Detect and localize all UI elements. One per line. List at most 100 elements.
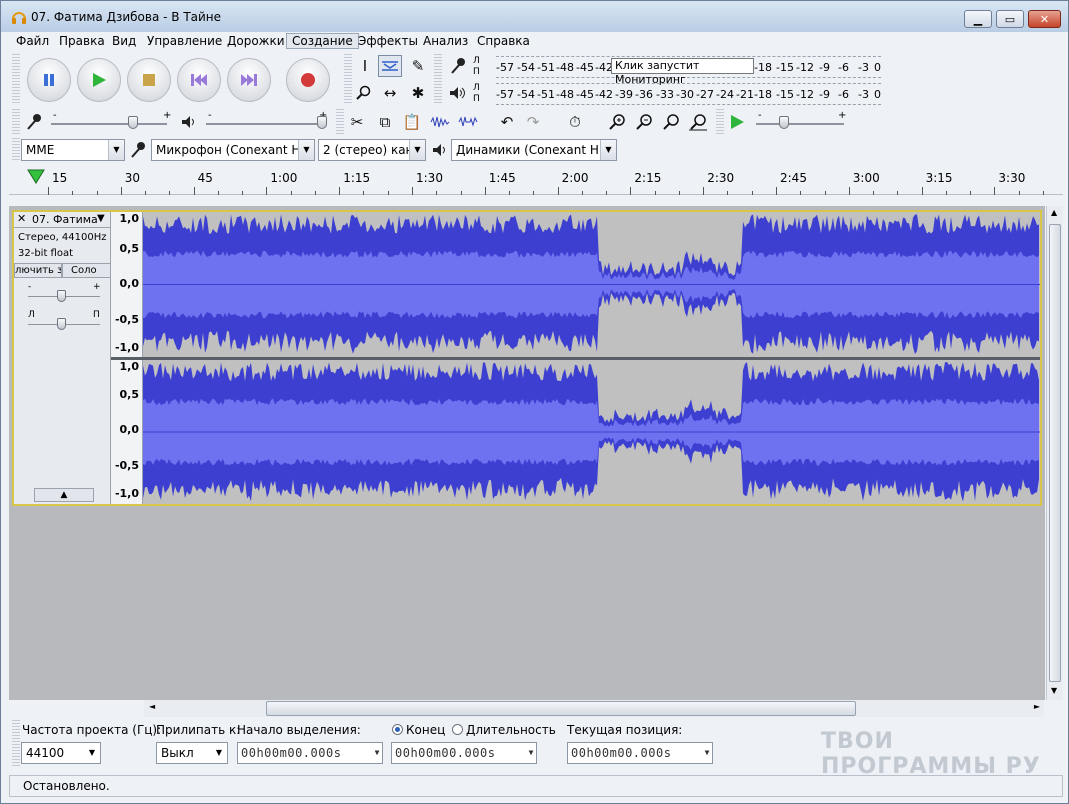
track-close-icon[interactable]: ✕ xyxy=(17,212,26,225)
track-area[interactable]: ✕ 07. Фатима ▼ Стерео, 44100Hz 32-bit fl… xyxy=(9,206,1045,700)
menu-analyze[interactable]: Анализ xyxy=(418,33,473,49)
skip-start-button[interactable] xyxy=(177,58,221,102)
selection-grip[interactable] xyxy=(12,720,20,768)
current-position-time[interactable]: 00h00m00.000s ▼ xyxy=(567,742,713,764)
channels-select[interactable]: 2 (стерео) кана. ▼ xyxy=(318,139,426,161)
horizontal-scroll-thumb[interactable] xyxy=(266,701,856,716)
waveform-right-svg[interactable] xyxy=(143,360,1040,504)
length-radio-icon[interactable] xyxy=(452,724,463,735)
selection-end-time[interactable]: 00h00m00.000s ▼ xyxy=(391,742,537,764)
stop-button[interactable] xyxy=(127,58,171,102)
sync-lock-icon[interactable]: ⏱ xyxy=(563,111,587,133)
audio-host-select[interactable]: MME ▼ xyxy=(21,139,125,161)
vertical-scroll-thumb[interactable] xyxy=(1049,224,1061,682)
play-button[interactable] xyxy=(77,58,121,102)
timeshift-tool-icon[interactable]: ↔ xyxy=(378,82,402,104)
zoom-in-icon[interactable] xyxy=(605,111,629,133)
output-device-select[interactable]: Динамики (Conexant High ▼ xyxy=(451,139,617,161)
input-device-select[interactable]: Микрофон (Conexant High ▼ xyxy=(151,139,315,161)
trim-icon[interactable] xyxy=(428,111,452,133)
chevron-down-icon[interactable]: ▼ xyxy=(529,743,534,763)
menu-tracks[interactable]: Дорожки xyxy=(222,33,290,49)
playback-meter[interactable]: Л П -57 -54 -51 -48 -45 -42 -39 -36 -33 … xyxy=(471,83,881,105)
project-rate-select[interactable]: 44100 ▼ xyxy=(21,742,101,764)
chevron-down-icon: ▼ xyxy=(108,140,124,160)
fit-project-icon[interactable] xyxy=(686,111,710,133)
selection-start-time[interactable]: 00h00m00.000s ▼ xyxy=(237,742,383,764)
menu-file[interactable]: Файл xyxy=(11,33,54,49)
menu-effects[interactable]: Эффекты xyxy=(353,33,423,49)
track-name-bar[interactable]: ✕ 07. Фатима ▼ xyxy=(14,212,111,228)
length-radio[interactable]: Длительность xyxy=(452,723,556,737)
audio-track[interactable]: ✕ 07. Фатима ▼ Стерео, 44100Hz 32-bit fl… xyxy=(12,210,1042,506)
record-button[interactable] xyxy=(286,58,330,102)
menu-control[interactable]: Управление xyxy=(142,33,227,49)
maximize-button[interactable]: ▭ xyxy=(996,10,1024,28)
cut-icon[interactable]: ✂ xyxy=(345,111,369,133)
snap-select[interactable]: Выкл ▼ xyxy=(156,742,228,764)
scroll-left-icon[interactable]: ◄ xyxy=(149,702,155,711)
multi-tool-icon[interactable]: ✱ xyxy=(406,82,430,104)
meter-grip[interactable] xyxy=(434,54,442,104)
end-radio-icon[interactable] xyxy=(392,724,403,735)
menu-generate[interactable]: Создание xyxy=(286,33,359,49)
zoom-tool-icon[interactable] xyxy=(351,82,375,104)
scroll-up-icon[interactable]: ▲ xyxy=(1051,208,1057,217)
envelope-tool-icon[interactable] xyxy=(378,55,402,77)
input-volume-slider[interactable] xyxy=(51,123,167,125)
edit-grip[interactable] xyxy=(336,109,344,135)
track-name[interactable]: 07. Фатима xyxy=(32,213,98,226)
scroll-down-icon[interactable]: ▼ xyxy=(1051,686,1057,695)
chevron-down-icon: ▼ xyxy=(600,140,616,160)
paste-icon[interactable]: 📋 xyxy=(400,111,424,133)
ruler-tick xyxy=(606,191,608,195)
close-button[interactable]: ✕ xyxy=(1028,10,1061,28)
mixer-grip[interactable] xyxy=(12,109,20,135)
timeline-ruler[interactable]: 15 30 45 1:00 1:15 1:30 1:45 2:00 2:15 2:30 2:45 3:… xyxy=(9,165,1063,195)
selection-tool-icon[interactable]: I xyxy=(353,55,377,77)
track-control-panel[interactable]: ✕ 07. Фатима ▼ Стерео, 44100Hz 32-bit fl… xyxy=(14,212,111,504)
undo-icon[interactable]: ↶ xyxy=(495,111,519,133)
output-volume-thumb[interactable] xyxy=(317,116,327,129)
menu-help[interactable]: Справка xyxy=(472,33,535,49)
chevron-down-icon[interactable]: ▼ xyxy=(705,743,710,763)
waveform-left-svg[interactable] xyxy=(143,212,1040,357)
scroll-right-icon[interactable]: ► xyxy=(1034,702,1040,711)
play-at-speed-icon[interactable] xyxy=(725,111,749,133)
current-position-value: 00h00m00.000s xyxy=(571,746,672,760)
speaker-meter-icon[interactable] xyxy=(446,82,470,104)
mute-button[interactable]: лючить звук xyxy=(14,263,62,278)
chevron-down-icon: ▼ xyxy=(88,748,96,757)
speed-slider[interactable] xyxy=(756,123,844,125)
copy-icon[interactable]: ⧉ xyxy=(373,111,397,133)
ruler-tick xyxy=(96,191,98,195)
output-volume-slider[interactable] xyxy=(206,123,324,125)
input-volume-thumb[interactable] xyxy=(128,116,138,129)
minimize-button[interactable]: ▁ xyxy=(964,10,992,28)
silence-icon[interactable] xyxy=(456,111,480,133)
zoom-out-icon[interactable] xyxy=(632,111,656,133)
waveform-left-channel[interactable] xyxy=(143,212,1040,357)
pan-thumb[interactable] xyxy=(57,318,66,330)
mic-meter-icon[interactable] xyxy=(446,55,470,77)
collapse-track-button[interactable]: ▲ xyxy=(34,488,94,502)
vertical-scrollbar[interactable]: ▲ ▼ xyxy=(1046,206,1063,700)
fit-selection-icon[interactable] xyxy=(659,111,683,133)
solo-button[interactable]: Соло xyxy=(62,263,111,278)
gain-thumb[interactable] xyxy=(57,290,66,302)
pause-button[interactable] xyxy=(27,58,71,102)
skip-end-button[interactable] xyxy=(227,58,271,102)
device-grip[interactable] xyxy=(12,138,20,162)
waveform-right-channel[interactable] xyxy=(143,360,1040,504)
speed-grip[interactable] xyxy=(716,109,724,135)
end-radio[interactable]: Конец xyxy=(392,723,445,737)
chevron-down-icon[interactable]: ▼ xyxy=(375,743,380,763)
toolbar-grip[interactable] xyxy=(12,54,20,104)
menu-edit[interactable]: Правка xyxy=(54,33,110,49)
track-menu-chevron-icon[interactable]: ▼ xyxy=(97,213,105,224)
draw-tool-icon[interactable]: ✎ xyxy=(406,55,430,77)
menu-view[interactable]: Вид xyxy=(107,33,141,49)
speed-thumb[interactable] xyxy=(779,116,789,129)
play-head-marker-icon[interactable] xyxy=(27,169,45,185)
redo-icon[interactable]: ↷ xyxy=(521,111,545,133)
